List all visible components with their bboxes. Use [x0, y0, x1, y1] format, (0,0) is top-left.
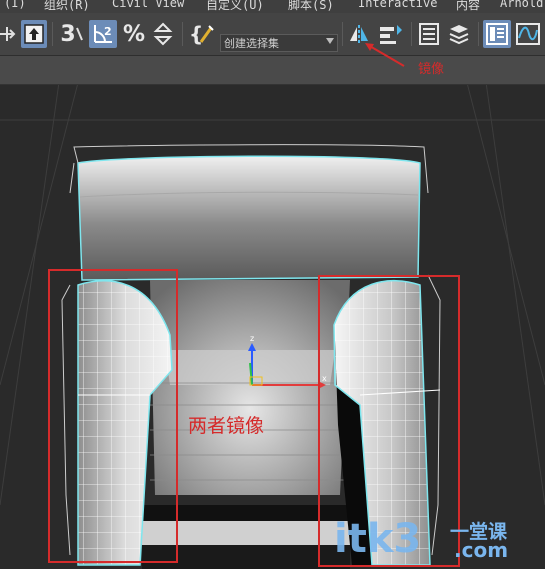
both-mirrored-label: 两者镜像 [188, 415, 265, 437]
watermark-logo: itk3 [334, 516, 422, 562]
mirror-callout-arrow [365, 43, 405, 67]
mirror-callout-label: 镜像 [418, 62, 445, 77]
armchair-model: z x [0, 85, 545, 569]
perspective-viewport[interactable]: z x 两者镜像 [0, 85, 545, 569]
svg-text:z: z [250, 334, 254, 343]
svg-text:x: x [322, 374, 327, 383]
watermark-domain: .com [454, 538, 509, 562]
